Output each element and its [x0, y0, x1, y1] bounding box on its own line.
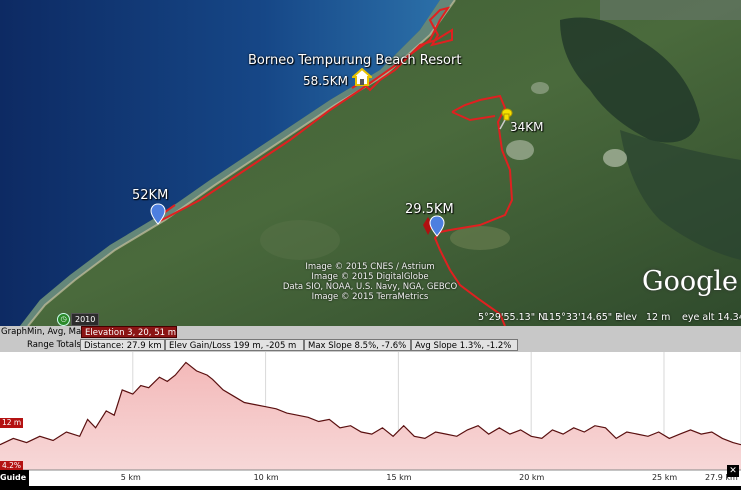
house-icon[interactable] [352, 68, 372, 86]
marker-label-52km: 52KM [132, 188, 169, 203]
x-tick-label: 5 km [120, 473, 141, 482]
elev-gain-loss-cell[interactable]: Elev Gain/Loss 199 m, -205 m [165, 339, 304, 351]
close-profile-icon[interactable]: ✕ [727, 465, 739, 477]
avg-slope-cell[interactable]: Avg Slope 1.3%, -1.2% [411, 339, 518, 351]
blue-placemark-icon[interactable] [150, 203, 166, 225]
elevation-area [0, 362, 741, 470]
x-tick-label: 10 km [253, 473, 279, 482]
credit-line: Image © 2015 TerraMetrics [311, 292, 429, 302]
distance-cell[interactable]: Distance: 27.9 km [80, 339, 165, 351]
place-label: Borneo Tempurung Beach Resort [248, 53, 462, 68]
elevation-stats-button[interactable]: Elevation 3, 20, 51 m [81, 326, 177, 338]
range-totals-label: Range Totals [27, 340, 81, 350]
graph-label: Graph [1, 327, 28, 337]
longitude-readout: 115°33'14.65" E [543, 312, 622, 323]
x-tick-label: 15 km [386, 473, 412, 482]
marker-label-58-5km: 58.5KM [303, 74, 348, 88]
blue-placemark-icon[interactable] [429, 215, 445, 237]
imagery-credits: Image © 2015 CNES / Astrium Image © 2015… [265, 262, 475, 302]
x-tick-label: 25 km [651, 473, 678, 482]
credit-line: Image © 2015 DigitalGlobe [311, 272, 429, 282]
elev-label: elev [617, 312, 637, 323]
eye-alt-readout: eye alt 14.34 [682, 312, 741, 323]
stats-label: Min, Avg, Max [27, 327, 87, 337]
credit-line: Data SIO, NOAA, U.S. Navy, NGA, GEBCO [282, 282, 458, 292]
elevation-profile-toolbar: Graph Min, Avg, Max Elevation 3, 20, 51 … [0, 326, 741, 352]
credit-line: Image © 2015 CNES / Astrium [305, 262, 435, 272]
elevation-profile-chart[interactable]: 12 m 4.2% 5 km 10 km 15 km 20 km 25 km 27.9 k… [0, 352, 741, 486]
elev-value: 12 m [646, 312, 671, 323]
guide-tab[interactable]: Guide [0, 470, 30, 486]
max-slope-cell[interactable]: Max Slope 8.5%, -7.6% [304, 339, 411, 351]
cursor-elevation-tag: 12 m [0, 418, 24, 428]
google-earth-logo: Google ea [642, 266, 741, 297]
x-tick-label: 20 km [519, 473, 545, 482]
profile-plot [0, 352, 741, 471]
marker-label-34km: 34KM [510, 120, 544, 134]
status-bar: 5°29'55.13" N 115°33'14.65" E elev 12 m … [0, 310, 741, 326]
latitude-readout: 5°29'55.13" N [478, 312, 546, 323]
map-view[interactable]: Borneo Tempurung Beach Resort 58.5KM 34K… [0, 0, 741, 326]
